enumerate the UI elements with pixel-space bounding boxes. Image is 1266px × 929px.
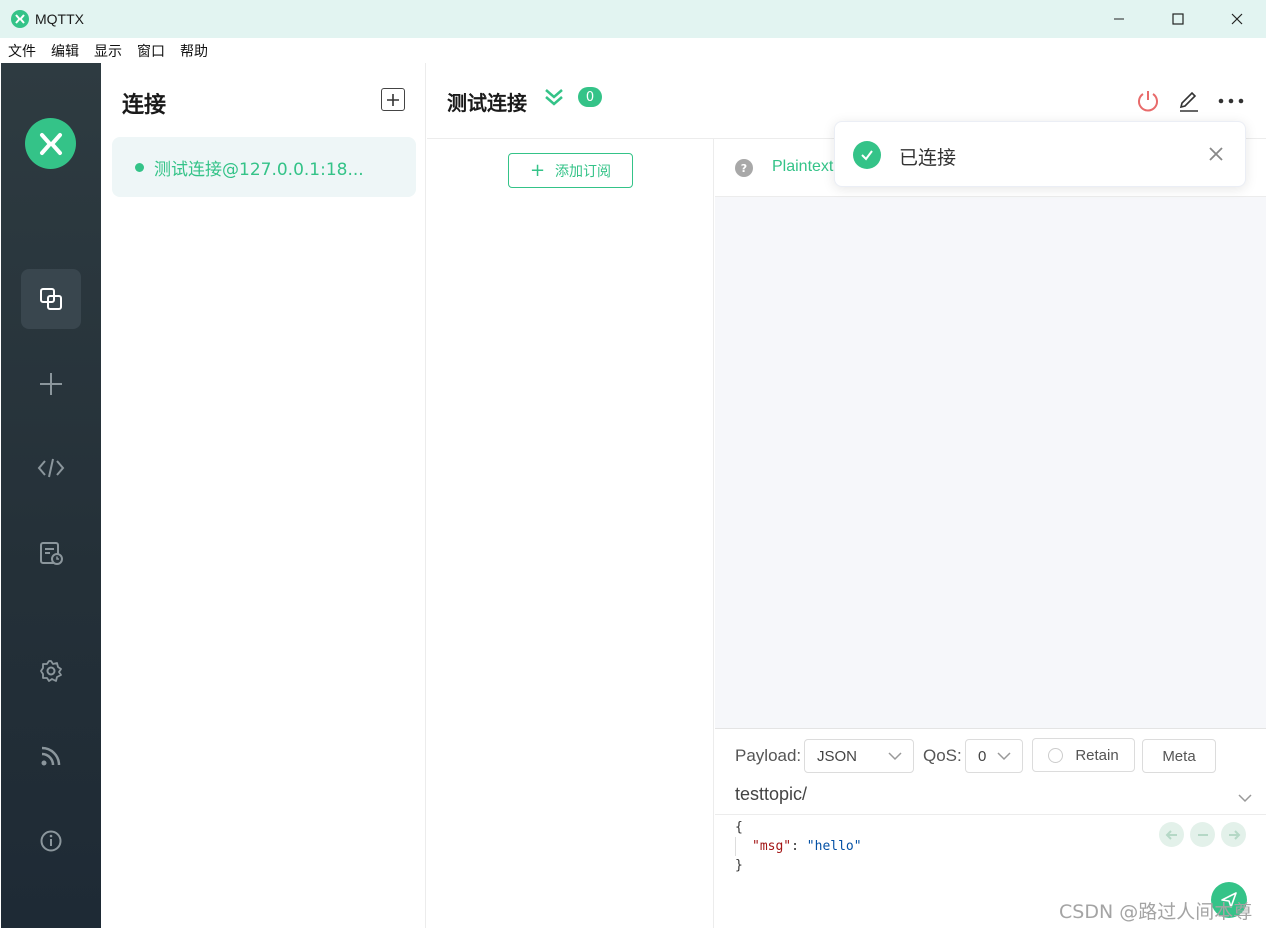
next-message-button[interactable] xyxy=(1221,822,1246,847)
double-chevron-down-icon xyxy=(545,89,563,106)
payload-type-select[interactable]: JSON xyxy=(804,739,914,773)
sidebar-item-script[interactable] xyxy=(21,438,81,498)
plus-icon xyxy=(387,93,399,106)
connections-icon xyxy=(40,288,62,310)
json-value: "hello" xyxy=(806,839,862,854)
collapse-toggle[interactable] xyxy=(543,87,565,111)
code-icon xyxy=(37,458,65,478)
close-window-button[interactable] xyxy=(1207,0,1266,38)
connection-title: 测试连接 xyxy=(447,91,527,115)
json-colon: : xyxy=(791,839,807,854)
more-options-button[interactable] xyxy=(1217,87,1245,115)
window-title: MQTTX xyxy=(35,11,84,27)
left-sidebar xyxy=(1,63,101,928)
divider xyxy=(715,814,1266,815)
notification-text: 已连接 xyxy=(899,147,957,169)
edit-connection-button[interactable] xyxy=(1175,87,1203,115)
maximize-icon xyxy=(1171,13,1184,25)
minimize-button[interactable] xyxy=(1089,0,1148,38)
payload-format-tab[interactable]: Plaintext xyxy=(772,158,833,176)
gear-icon xyxy=(40,660,62,682)
chevron-down-icon[interactable] xyxy=(1237,791,1253,805)
rss-icon xyxy=(41,746,61,766)
connection-name: 测试连接@127.0.0.1:18... xyxy=(154,159,364,180)
menu-file[interactable]: 文件 xyxy=(8,41,36,61)
meta-label: Meta xyxy=(1162,747,1196,765)
check-circle-icon xyxy=(853,141,881,169)
menu-window[interactable]: 窗口 xyxy=(137,41,165,61)
code-line: "msg": "hello" xyxy=(735,837,862,856)
sidebar-item-settings[interactable] xyxy=(21,641,81,701)
close-icon xyxy=(1231,13,1242,25)
disconnect-button[interactable] xyxy=(1134,87,1162,115)
code-line: { xyxy=(735,820,743,835)
qos-value: 0 xyxy=(978,747,987,765)
log-icon xyxy=(40,542,63,565)
qos-label: QoS: xyxy=(923,746,962,765)
close-icon xyxy=(1209,147,1223,161)
payload-editor[interactable]: { "msg": "hello" } xyxy=(735,818,862,875)
retain-radio xyxy=(1048,747,1064,763)
plus-icon xyxy=(40,373,62,395)
subscriptions-panel: + 添加订阅 xyxy=(427,139,714,928)
sidebar-item-log[interactable] xyxy=(21,523,81,583)
menu-help[interactable]: 帮助 xyxy=(180,41,208,61)
messages-area xyxy=(715,197,1266,728)
code-line: } xyxy=(735,858,743,873)
payload-label: Payload: xyxy=(735,746,802,765)
edit-icon xyxy=(1179,91,1198,112)
help-icon[interactable]: ? xyxy=(735,159,753,177)
connected-notification: 已连接 xyxy=(834,121,1246,187)
retain-toggle[interactable]: Retain xyxy=(1032,738,1135,772)
info-icon xyxy=(40,830,62,852)
retain-label: Retain xyxy=(1075,746,1119,764)
new-connection-button[interactable] xyxy=(381,88,405,111)
menu-view[interactable]: 显示 xyxy=(94,41,122,61)
chevron-down-icon xyxy=(997,752,1011,761)
clear-history-button[interactable] xyxy=(1190,822,1215,847)
connections-panel: 连接 测试连接@127.0.0.1:18... xyxy=(101,63,426,928)
arrow-right-icon xyxy=(1228,829,1240,840)
sidebar-item-about[interactable] xyxy=(21,811,81,871)
arrow-left-icon xyxy=(1165,829,1177,840)
add-subscription-label: 添加订阅 xyxy=(555,163,612,180)
connection-list-item[interactable]: 测试连接@127.0.0.1:18... xyxy=(112,137,416,197)
title-bar: MQTTX xyxy=(0,0,1266,38)
sidebar-item-subscription[interactable] xyxy=(21,726,81,786)
minus-icon xyxy=(1197,833,1208,836)
payload-type-value: JSON xyxy=(817,747,858,765)
chevron-down-icon xyxy=(888,752,902,761)
connected-status-dot xyxy=(135,162,144,172)
sidebar-item-new-connection[interactable] xyxy=(21,354,81,414)
menu-edit[interactable]: 编辑 xyxy=(51,41,79,61)
menu-bar: 文件 编辑 显示 窗口 帮助 xyxy=(0,38,1266,63)
maximize-button[interactable] xyxy=(1148,0,1207,38)
mqttx-logo-icon xyxy=(25,118,76,169)
topic-input[interactable]: testtopic/ xyxy=(735,784,807,805)
more-icon xyxy=(1218,98,1244,104)
app-logo-icon xyxy=(11,10,29,28)
json-key: "msg" xyxy=(752,839,792,854)
previous-message-button[interactable] xyxy=(1159,822,1184,847)
connections-title: 连接 xyxy=(122,93,167,118)
meta-button[interactable]: Meta xyxy=(1142,739,1216,773)
watermark: CSDN @路过人间本尊 xyxy=(1059,901,1253,923)
message-count-badge: 0 xyxy=(578,87,602,107)
add-subscription-button[interactable]: + 添加订阅 xyxy=(508,153,633,188)
power-icon xyxy=(1138,91,1158,112)
minimize-icon xyxy=(1113,18,1124,20)
qos-select[interactable]: 0 xyxy=(965,739,1023,773)
notification-close-button[interactable] xyxy=(1206,144,1226,164)
sidebar-item-connections[interactable] xyxy=(21,269,81,329)
plus-icon: + xyxy=(529,159,546,181)
